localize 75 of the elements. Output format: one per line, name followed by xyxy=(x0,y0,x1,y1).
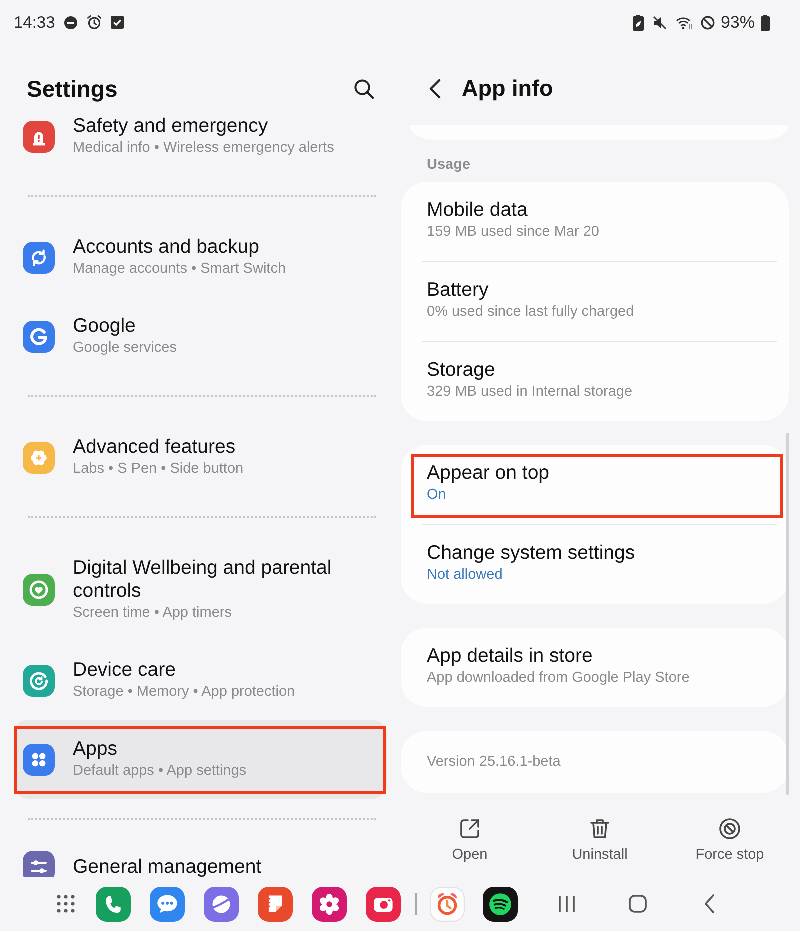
item-title: General management xyxy=(73,856,263,877)
item-title: Google xyxy=(73,315,137,338)
item-title: Apps xyxy=(73,738,118,761)
planet-icon[interactable] xyxy=(204,886,239,922)
settings-item[interactable]: Apps Default apps • App settings xyxy=(14,720,387,799)
item-subtitle: Default apps • App settings xyxy=(73,762,248,781)
settings-item[interactable]: Digital Wellbeing and parental controls Screen time • App timers xyxy=(14,539,387,641)
recents-icon[interactable] xyxy=(558,895,576,913)
row-title: Storage xyxy=(427,359,496,382)
search-icon[interactable] xyxy=(354,79,374,99)
row-title: App details in store xyxy=(427,645,594,668)
wifi-icon xyxy=(676,16,693,30)
row-value: 0% used since last fully charged xyxy=(427,303,636,322)
checkbox-icon xyxy=(111,16,124,29)
row-title: Mobile data xyxy=(427,199,529,222)
action-button[interactable]: Open xyxy=(405,815,535,877)
settings-item[interactable]: Advanced features Labs • S Pen • Side button xyxy=(14,418,387,497)
row-value: App downloaded from Google Play Store xyxy=(427,669,691,688)
blocked-icon xyxy=(700,16,715,30)
info-row[interactable]: Appear on top On xyxy=(401,445,789,524)
row-title: Change system settings xyxy=(427,542,636,565)
info-row[interactable]: App details in store App downloaded from Google Play Store xyxy=(401,628,789,707)
section-label: Usage xyxy=(427,156,472,175)
alarm-clock-icon xyxy=(87,15,102,30)
item-subtitle: Labs • S Pen • Side button xyxy=(73,460,245,479)
row-value: Version 25.16.1-beta xyxy=(427,753,562,772)
back-icon[interactable] xyxy=(704,894,714,914)
camera-icon[interactable] xyxy=(366,886,401,922)
settings-item[interactable]: Safety and emergency Medical info • Wireless emergency alerts xyxy=(14,107,387,176)
row-title: Appear on top xyxy=(427,462,551,485)
settings-item[interactable]: Device care Storage • Memory • App protection xyxy=(14,641,387,720)
info-row[interactable]: Mobile data 159 MB used since Mar 20 xyxy=(401,182,789,261)
status-time: 14:33 xyxy=(14,12,56,32)
sound-waves-icon[interactable] xyxy=(482,886,518,922)
item-title: Digital Wellbeing and parental controls xyxy=(73,557,333,603)
item-subtitle: Screen time • App timers xyxy=(73,604,233,623)
open-external-icon xyxy=(459,818,481,840)
page-title: App info xyxy=(462,75,554,103)
battery-icon xyxy=(761,14,770,30)
chat-bubble-icon[interactable] xyxy=(150,886,185,922)
battery-percent: 93% xyxy=(720,12,755,32)
alarm-clock-icon[interactable] xyxy=(430,886,464,922)
row-title: Battery xyxy=(427,279,490,302)
flower-icon[interactable] xyxy=(312,886,347,922)
row-value: Not allowed xyxy=(427,566,504,585)
notepad-icon[interactable] xyxy=(258,886,293,922)
mute-icon xyxy=(652,16,667,30)
row-value: 329 MB used in Internal storage xyxy=(427,383,634,402)
item-subtitle: Medical info • Wireless emergency alerts xyxy=(73,139,336,158)
item-title: Advanced features xyxy=(73,436,237,459)
item-title: Device care xyxy=(73,659,177,682)
info-row[interactable]: Change system settings Not allowed xyxy=(401,525,789,604)
row-value: On xyxy=(427,486,448,505)
settings-item[interactable]: Accounts and backup Manage accounts • Smart Switch xyxy=(14,218,387,297)
item-title: Safety and emergency xyxy=(73,115,270,138)
back-icon[interactable] xyxy=(428,79,442,99)
page-title: Settings xyxy=(27,75,119,103)
stop-icon xyxy=(719,818,741,840)
item-title: Accounts and backup xyxy=(73,236,260,259)
battery-leaf-icon xyxy=(632,14,644,30)
trash-icon xyxy=(589,818,611,840)
settings-item[interactable]: Google Google services xyxy=(14,297,387,376)
item-subtitle: Manage accounts • Smart Switch xyxy=(73,260,288,279)
home-icon[interactable] xyxy=(628,895,646,913)
action-button[interactable]: Uninstall xyxy=(535,815,665,877)
settings-item[interactable]: General management xyxy=(14,841,387,877)
phone-icon[interactable] xyxy=(96,886,131,922)
row-value: 159 MB used since Mar 20 xyxy=(427,223,600,242)
app-grid-icon[interactable] xyxy=(57,895,75,913)
info-row[interactable]: Storage 329 MB used in Internal storage xyxy=(401,342,789,421)
item-subtitle: Google services xyxy=(73,339,178,358)
do-not-disturb-icon xyxy=(64,16,78,30)
action-button[interactable]: Force stop xyxy=(665,815,795,877)
info-row[interactable]: Battery 0% used since last fully charged xyxy=(401,262,789,341)
item-subtitle: Storage • Memory • App protection xyxy=(73,683,296,702)
